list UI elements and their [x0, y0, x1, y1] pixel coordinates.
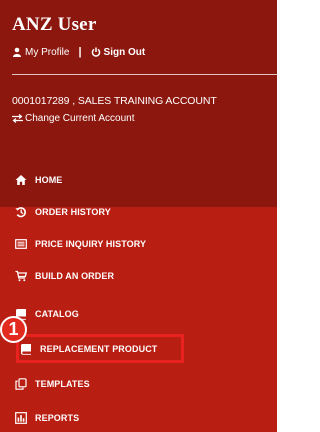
menu-item-templates[interactable]: TEMPLATES: [15, 376, 90, 392]
swap-arrows-icon: [12, 114, 23, 123]
current-account: 0001017289 , SALES TRAINING ACCOUNT: [12, 95, 217, 107]
history-icon: [15, 206, 27, 218]
menu-label: HOME: [35, 175, 63, 185]
menu-label: PRICE INQUIRY HISTORY: [35, 239, 147, 249]
menu-item-price-inquiry-history[interactable]: PRICE INQUIRY HISTORY: [15, 236, 146, 252]
menu-label: TEMPLATES: [35, 379, 90, 389]
menu-label: REPORTS: [35, 413, 80, 423]
menu-item-reports[interactable]: REPORTS: [15, 410, 79, 426]
power-icon: [91, 47, 101, 57]
side-navigation: ANZ User My Profile | Sign Out 000101728…: [0, 0, 277, 432]
chart-icon: [15, 412, 27, 424]
menu-item-home[interactable]: HOME: [15, 172, 62, 188]
header-divider: [12, 74, 277, 75]
my-profile-link[interactable]: My Profile: [25, 47, 69, 58]
menu-label: ORDER HISTORY: [35, 207, 111, 217]
menu-label: CATALOG: [35, 309, 79, 319]
highlight-box: [16, 334, 184, 363]
step-number-badge: 1: [0, 316, 27, 343]
menu-item-catalog[interactable]: CATALOG: [15, 306, 79, 322]
copy-icon: [15, 378, 27, 390]
menu-label: BUILD AN ORDER: [35, 271, 115, 281]
menu-item-order-history[interactable]: ORDER HISTORY: [15, 204, 111, 220]
change-account-link[interactable]: Change Current Account: [12, 113, 135, 124]
user-icon: [12, 47, 22, 57]
menu-item-build-an-order[interactable]: BUILD AN ORDER: [15, 268, 114, 284]
user-name: ANZ User: [12, 14, 97, 35]
cart-icon: [15, 270, 27, 282]
home-icon: [15, 174, 27, 186]
sign-out-link[interactable]: Sign Out: [104, 47, 146, 58]
profile-row: My Profile | Sign Out: [12, 45, 145, 59]
list-icon: [15, 238, 27, 250]
change-account-label: Change Current Account: [25, 113, 135, 124]
separator: |: [78, 46, 82, 58]
